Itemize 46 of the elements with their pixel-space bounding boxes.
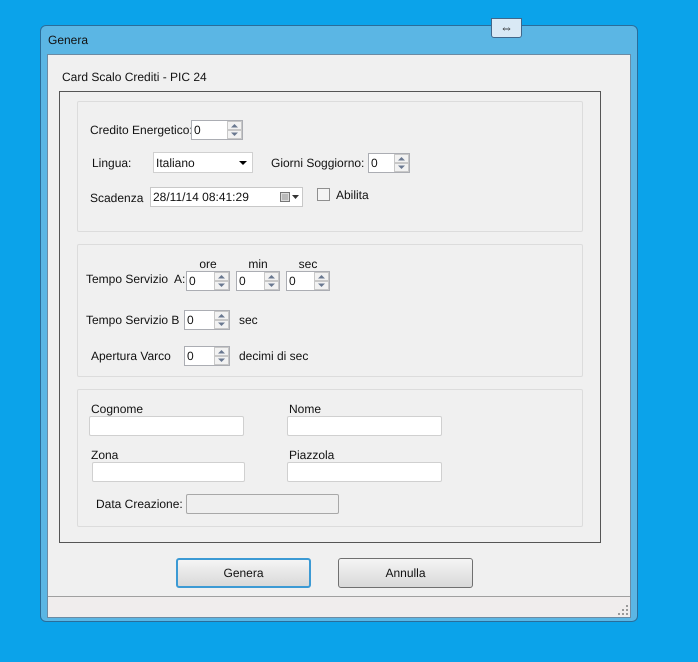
caret-icon xyxy=(239,160,247,164)
spin-arrows-icon[interactable] xyxy=(264,272,279,290)
spin-arrows-icon[interactable] xyxy=(227,121,242,139)
field-label: Scadenza xyxy=(90,190,144,207)
window-title: Genera xyxy=(48,32,88,49)
resize-grip-icon[interactable] xyxy=(618,605,628,615)
input-field[interactable] xyxy=(287,462,442,482)
dialog-button[interactable]: Annulla xyxy=(338,558,473,588)
column-header: ore xyxy=(199,256,217,271)
number-field[interactable]: 0 xyxy=(368,152,410,172)
spin-arrows-icon[interactable] xyxy=(394,154,409,172)
spin-arrows-icon[interactable] xyxy=(314,272,329,290)
column-header: sec xyxy=(298,256,318,271)
field-label: decimi di sec xyxy=(239,348,308,365)
spin-arrows-icon[interactable] xyxy=(214,347,229,365)
input-field[interactable] xyxy=(89,416,244,436)
number-field[interactable]: 0 xyxy=(186,271,230,291)
field-label: Cognome xyxy=(91,401,144,416)
abilita-checkbox[interactable]: Abilita xyxy=(317,186,369,204)
number-field[interactable]: 0 xyxy=(286,271,330,291)
number-field[interactable]: 0 xyxy=(191,120,243,140)
spin-arrows-icon[interactable] xyxy=(214,272,229,290)
field-label: Zona xyxy=(91,447,120,462)
date-picker[interactable]: 28/11/14 08:41:29 xyxy=(150,186,303,206)
dialog-button[interactable]: Genera xyxy=(176,558,311,588)
number-field[interactable]: 0 xyxy=(184,346,230,366)
calendar-icon xyxy=(280,190,300,202)
field-label: Lingua: xyxy=(92,154,132,172)
field-label: Nome xyxy=(289,401,322,416)
field-label: Piazzola xyxy=(289,447,336,462)
field-label: Tempo Servizio B xyxy=(86,312,180,329)
number-field[interactable]: 0 xyxy=(184,310,230,330)
number-field[interactable]: 0 xyxy=(236,271,280,291)
field-label: sec xyxy=(239,312,258,329)
column-header: min xyxy=(248,256,268,271)
field-label: Apertura Varco xyxy=(91,348,172,365)
field-label: Giorni Soggiorno: xyxy=(271,154,366,172)
field-label: Credito Energetico: xyxy=(90,122,191,139)
language-dropdown[interactable]: Italiano xyxy=(153,152,253,173)
field-label: Data Creazione: xyxy=(96,496,184,513)
spin-arrows-icon[interactable] xyxy=(214,311,229,329)
input-field[interactable] xyxy=(92,462,245,482)
input-field[interactable] xyxy=(287,416,442,436)
form-title: Card Scalo Crediti - PIC 24 xyxy=(62,69,208,84)
resize-button[interactable]: ⇔ xyxy=(491,18,522,38)
field-label: Tempo Servizio A: xyxy=(86,271,186,288)
